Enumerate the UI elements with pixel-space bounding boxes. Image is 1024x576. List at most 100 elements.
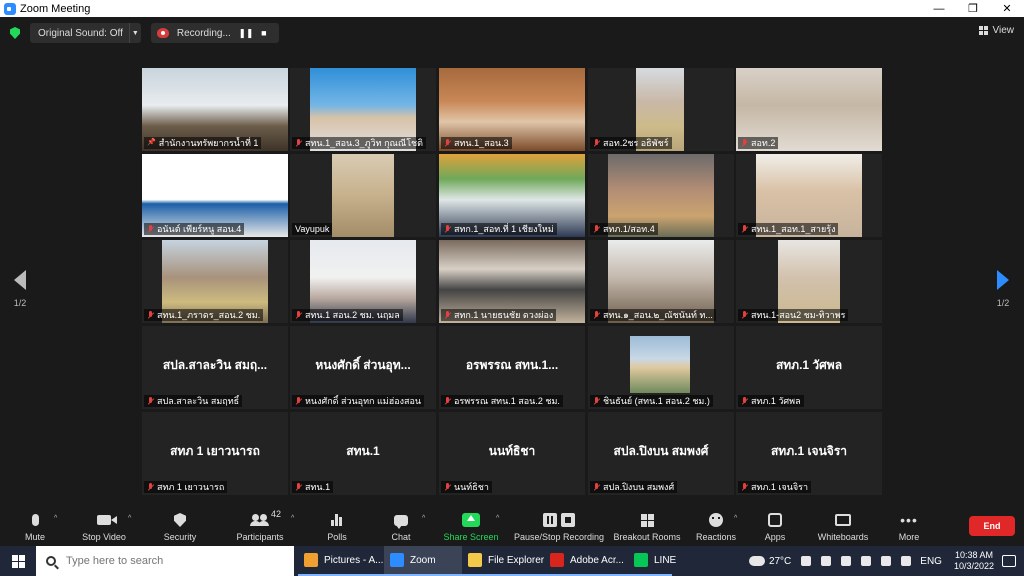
- share-screen-button[interactable]: Share Screen: [442, 506, 500, 546]
- participants-options-chevron[interactable]: ^: [291, 515, 294, 522]
- participants-label: Participants: [236, 532, 284, 542]
- weather-cloud-icon[interactable]: [748, 556, 765, 566]
- participant-tile[interactable]: สทภ 1 เยาวนารถ สทภ 1 เยาวนารถ: [142, 412, 288, 495]
- participant-tile[interactable]: สปล.สาละวิน สมฤ... สปล.สาละวิน สมฤทธิ์: [142, 326, 288, 409]
- apps-button[interactable]: Apps: [760, 506, 790, 546]
- video-options-chevron[interactable]: ^: [128, 515, 131, 522]
- audio-options-chevron[interactable]: ^: [54, 515, 57, 522]
- participant-tile[interactable]: 📌 สำนักงานทรัพยากรน้ำที่ 1: [142, 68, 288, 151]
- taskbar-app[interactable]: LINE: [628, 546, 676, 576]
- participant-name: สอท.2ชร อธิพัชร์: [603, 138, 669, 148]
- title-bar: Zoom Meeting — ❐ ✕: [0, 0, 1024, 17]
- minimize-button[interactable]: —: [922, 0, 956, 17]
- encryption-shield-icon[interactable]: [10, 27, 20, 39]
- participant-tile[interactable]: สทก.1 นายธนชัย ดวงผ่อง: [439, 240, 585, 323]
- stop-recording-button[interactable]: ■: [255, 28, 273, 38]
- network-icon[interactable]: [841, 556, 852, 566]
- volume-icon[interactable]: [881, 556, 892, 566]
- start-button[interactable]: [0, 546, 36, 576]
- participant-tile[interactable]: สทน.๑_สอน.๒_ณัชนันท์ ท...: [588, 240, 734, 323]
- search-input[interactable]: [66, 555, 266, 567]
- windows-logo-icon: [11, 554, 25, 568]
- previous-page-button[interactable]: 1/2: [5, 270, 35, 308]
- maximize-button[interactable]: ❐: [956, 0, 990, 17]
- page-indicator-left: 1/2: [13, 298, 27, 308]
- participant-tile[interactable]: สทน.1_สอน.3_ภูวิท กุณณีโชติ: [290, 68, 436, 151]
- security-button[interactable]: Security: [160, 506, 200, 546]
- participant-tile[interactable]: สทภ.1 เจนจิรา สทภ.1 เจนจิรา: [736, 412, 882, 495]
- reactions-label: Reactions: [695, 532, 737, 542]
- arrow-left-icon: [14, 270, 26, 290]
- meeting-top-bar: Original Sound: Off ▼ Recording... ❚❚ ■ …: [0, 17, 1024, 49]
- security-label: Security: [163, 532, 197, 542]
- participants-count: 42: [271, 509, 282, 519]
- reactions-button[interactable]: Reactions: [694, 506, 738, 546]
- speaker-icon[interactable]: [901, 556, 912, 566]
- taskbar-app-label: Zoom: [410, 554, 436, 566]
- participant-name-label: สทน.1: [292, 481, 334, 493]
- participant-tile[interactable]: หนงศักดิ์ ส่วนอุท... หนงศักดิ์ ส่วนอุทก แ…: [290, 326, 436, 409]
- mic-muted-icon: [147, 224, 154, 234]
- whiteboards-button[interactable]: Whiteboards: [814, 506, 872, 546]
- chevron-down-icon[interactable]: ▼: [128, 23, 141, 43]
- taskbar-search[interactable]: [36, 546, 294, 576]
- participant-name-label: Vayupuk: [292, 223, 333, 235]
- polls-button[interactable]: Polls: [322, 506, 352, 546]
- display-icon[interactable]: [861, 556, 872, 566]
- input-language[interactable]: ENG: [920, 556, 942, 567]
- participant-tile[interactable]: สทน.1 สทน.1: [290, 412, 436, 495]
- microphone-tray-icon[interactable]: [821, 556, 832, 566]
- next-page-button[interactable]: 1/2: [988, 270, 1018, 308]
- view-button[interactable]: View: [978, 25, 1015, 36]
- participant-tile[interactable]: สทภ.1/สอท.4: [588, 154, 734, 237]
- chevron-up-icon[interactable]: [801, 556, 812, 566]
- participant-tile[interactable]: อรพรรณ สทน.1... อรพรรณ สทน.1 สอน.2 ชม.: [439, 326, 585, 409]
- participant-tile[interactable]: สอท.2ชร อธิพัชร์: [588, 68, 734, 151]
- notifications-icon[interactable]: [1002, 555, 1016, 567]
- chat-button[interactable]: Chat: [386, 506, 416, 546]
- search-icon: [46, 556, 56, 566]
- more-button[interactable]: ••• More: [894, 506, 924, 546]
- participant-tile[interactable]: สทน.1_สอท.1_สายรุ้ง: [736, 154, 882, 237]
- close-button[interactable]: ✕: [990, 0, 1024, 17]
- taskbar-app[interactable]: File Explorer: [462, 546, 544, 576]
- participant-name: สทน.1_ภราดร_สอน.2 ชม.: [157, 310, 261, 320]
- breakout-rooms-label: Breakout Rooms: [613, 532, 681, 542]
- breakout-rooms-button[interactable]: Breakout Rooms: [612, 506, 682, 546]
- reactions-options-chevron[interactable]: ^: [734, 515, 737, 522]
- weather-temperature[interactable]: 27°C: [769, 556, 791, 567]
- original-sound-toggle[interactable]: Original Sound: Off ▼: [30, 23, 141, 43]
- end-meeting-button[interactable]: End: [969, 516, 1015, 536]
- participant-tile[interactable]: สปล.ปิงบน สมพงศ์ สปล.ปิงบน สมพงศ์: [588, 412, 734, 495]
- participant-tile[interactable]: ชินธันย์ (สทน.1 สอน.2 ชม.): [588, 326, 734, 409]
- participant-tile[interactable]: สทก.1_สอท.ที่ 1 เชียงใหม่: [439, 154, 585, 237]
- participant-name-label: สทก.1 นายธนชัย ดวงผ่อง: [441, 309, 557, 321]
- taskbar-app[interactable]: Adobe Acr...: [544, 546, 628, 576]
- chat-options-chevron[interactable]: ^: [422, 515, 425, 522]
- participant-tile[interactable]: นนท์ธิชา นนท์ธิชา: [439, 412, 585, 495]
- participant-name: สทน.1_สอน.3: [454, 138, 509, 148]
- taskbar-clock[interactable]: 10:38 AM 10/3/2022: [954, 550, 994, 572]
- pause-recording-button[interactable]: ❚❚: [237, 28, 255, 39]
- bar-chart-icon: [331, 514, 343, 526]
- taskbar-app[interactable]: Pictures - A...: [298, 546, 384, 576]
- share-options-chevron[interactable]: ^: [496, 515, 499, 522]
- view-label: View: [992, 25, 1015, 36]
- stop-video-button[interactable]: Stop Video: [78, 506, 130, 546]
- participant-tile[interactable]: สทภ.1 วัศพล สทภ.1 วัศพล: [736, 326, 882, 409]
- share-screen-label: Share Screen: [443, 532, 499, 542]
- taskbar-app[interactable]: Zoom: [384, 546, 462, 576]
- mute-button[interactable]: Mute: [18, 506, 52, 546]
- participant-tile[interactable]: สทน.1_สอน.3: [439, 68, 585, 151]
- participant-name: สทก.1_สอท.ที่ 1 เชียงใหม่: [454, 224, 554, 234]
- participant-tile[interactable]: Vayupuk: [290, 154, 436, 237]
- app-icon: [390, 553, 404, 567]
- participant-tile[interactable]: สอท.2: [736, 68, 882, 151]
- participant-tile[interactable]: สทน.1-สอน2 ชม-ทิวาพร: [736, 240, 882, 323]
- participant-profile-picture: [630, 336, 690, 393]
- participant-tile[interactable]: สทน.1 สอน.2 ชม. นฤมล: [290, 240, 436, 323]
- participant-tile[interactable]: สทน.1_ภราดร_สอน.2 ชม.: [142, 240, 288, 323]
- participant-name: สทน.1_สอท.1_สายรุ้ง: [751, 224, 836, 234]
- pause-stop-recording-button[interactable]: Pause/Stop Recording: [512, 506, 606, 546]
- participant-tile[interactable]: อนันต์ เพียร์หนู สอน.4: [142, 154, 288, 237]
